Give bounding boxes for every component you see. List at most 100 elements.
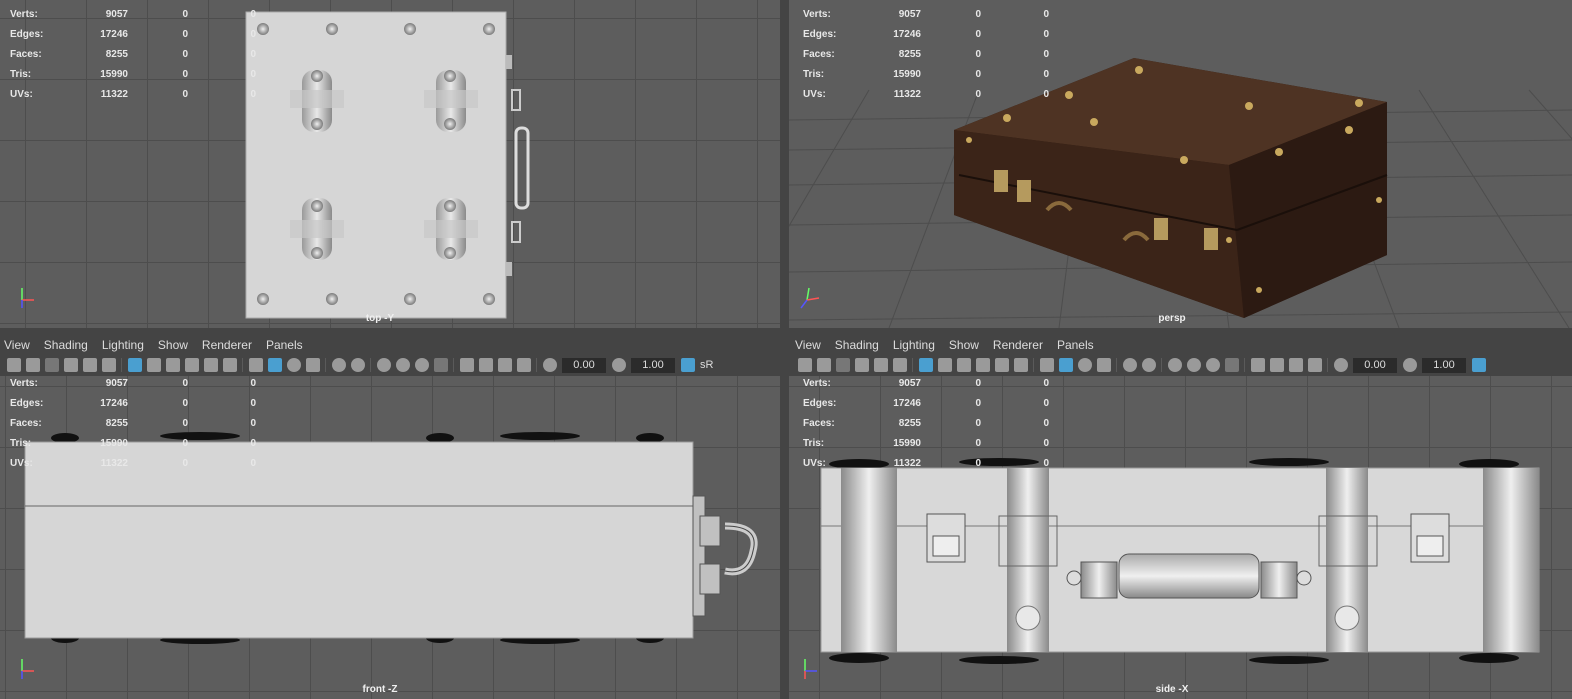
menu-view[interactable]: View xyxy=(795,338,821,352)
xray-joints-icon[interactable] xyxy=(1307,358,1322,372)
pane-divider[interactable] xyxy=(0,328,1572,336)
hud-value: 17246 xyxy=(100,397,128,409)
depth-of-field-icon[interactable] xyxy=(1224,358,1239,372)
xray-icon[interactable] xyxy=(1269,358,1284,372)
2d-pan-icon[interactable] xyxy=(82,358,97,372)
menu-lighting[interactable]: Lighting xyxy=(893,338,935,352)
grid-icon[interactable] xyxy=(127,358,142,372)
hud-row-edges: Edges: 17246 0 0 xyxy=(803,393,1049,413)
2d-pan-icon[interactable] xyxy=(873,358,888,372)
bookmark-icon[interactable] xyxy=(44,358,59,372)
hud-value: 0 xyxy=(975,377,981,389)
isolate-icon[interactable] xyxy=(1250,358,1265,372)
grease-pencil-icon[interactable] xyxy=(892,358,907,372)
gamma-field[interactable]: 1.00 xyxy=(1422,357,1466,373)
grease-pencil-icon[interactable] xyxy=(101,358,116,372)
resolution-gate-icon[interactable] xyxy=(956,358,971,372)
shaded-icon[interactable] xyxy=(267,358,282,372)
hud-label: Tris: xyxy=(803,68,825,80)
menu-view[interactable]: View xyxy=(4,338,30,352)
menu-renderer[interactable]: Renderer xyxy=(993,338,1043,352)
exposure-field[interactable]: 0.00 xyxy=(1353,357,1397,373)
depth-of-field-icon[interactable] xyxy=(433,358,448,372)
hud-value: 0 xyxy=(975,457,981,469)
safe-action-icon[interactable] xyxy=(222,358,237,372)
motion-blur-icon[interactable] xyxy=(1186,358,1201,372)
image-plane-icon[interactable] xyxy=(854,358,869,372)
viewport-top[interactable]: Verts: 9057 0 0 Edges: 17246 0 0 Faces: 8255 0 0 … xyxy=(0,0,780,328)
pane-divider[interactable] xyxy=(780,0,789,699)
wireframe-on-shaded-icon[interactable] xyxy=(286,358,301,372)
screen-space-ao-icon[interactable] xyxy=(376,358,391,372)
wireframe-on-shaded-icon[interactable] xyxy=(1077,358,1092,372)
gamma-icon[interactable] xyxy=(611,358,626,372)
exposure-field[interactable]: 0.00 xyxy=(562,357,606,373)
viewport-side[interactable]: Verts: 9057 0 0 Edges: 17246 0 0 Faces: 8255 0 0 … xyxy=(789,376,1572,699)
gate-mask-icon[interactable] xyxy=(975,358,990,372)
resolution-gate-icon[interactable] xyxy=(165,358,180,372)
viewport-front[interactable]: Verts: 9057 0 0 Edges: 17246 0 0 Faces: 8255 0 0 … xyxy=(0,376,780,699)
toolbar-separator xyxy=(912,358,913,372)
field-chart-icon[interactable] xyxy=(203,358,218,372)
hud-value: 8255 xyxy=(105,48,128,60)
color-management-icon[interactable] xyxy=(1471,358,1486,372)
safe-action-icon[interactable] xyxy=(1013,358,1028,372)
gamma-icon[interactable] xyxy=(1402,358,1417,372)
exposure-icon[interactable] xyxy=(1333,358,1348,372)
textured-icon[interactable] xyxy=(1096,358,1111,372)
menu-shading[interactable]: Shading xyxy=(44,338,88,352)
hud-value: 0 xyxy=(975,417,981,429)
motion-blur-icon[interactable] xyxy=(395,358,410,372)
shadows-icon[interactable] xyxy=(1141,358,1156,372)
gamma-field[interactable]: 1.00 xyxy=(631,357,675,373)
hud-row-tris: Tris: 15990 0 0 xyxy=(10,64,256,84)
xray-joints-icon[interactable] xyxy=(516,358,531,372)
wireframe-icon[interactable] xyxy=(1039,358,1054,372)
menu-shading[interactable]: Shading xyxy=(835,338,879,352)
xray-active-icon[interactable] xyxy=(497,358,512,372)
viewport-persp[interactable]: Verts: 9057 0 0 Edges: 17246 0 0 Faces: 8255 0 0 … xyxy=(789,0,1572,328)
xray-icon[interactable] xyxy=(478,358,493,372)
menu-renderer[interactable]: Renderer xyxy=(202,338,252,352)
shaded-icon[interactable] xyxy=(1058,358,1073,372)
hud-row-verts: Verts: 9057 0 0 xyxy=(10,376,256,393)
shadows-icon[interactable] xyxy=(350,358,365,372)
anti-alias-icon[interactable] xyxy=(1205,358,1220,372)
isolate-icon[interactable] xyxy=(459,358,474,372)
menu-show[interactable]: Show xyxy=(949,338,979,352)
hud-value: 0 xyxy=(975,88,981,100)
panel-menubar: View Shading Lighting Show Renderer Pane… xyxy=(795,336,1572,354)
wireframe-icon[interactable] xyxy=(248,358,263,372)
poly-count-hud: Verts: 9057 0 0 Edges: 17246 0 0 Faces: 8255 0 0 … xyxy=(803,4,1049,104)
exposure-icon[interactable] xyxy=(542,358,557,372)
screen-space-ao-icon[interactable] xyxy=(1167,358,1182,372)
camera-icon[interactable] xyxy=(797,358,812,372)
menu-panels[interactable]: Panels xyxy=(1057,338,1094,352)
gate-mask-icon[interactable] xyxy=(184,358,199,372)
hud-value: 11322 xyxy=(893,88,921,100)
axis-gizmo-icon xyxy=(800,287,820,309)
camera-attr-icon[interactable] xyxy=(816,358,831,372)
grid-icon[interactable] xyxy=(918,358,933,372)
menu-show[interactable]: Show xyxy=(158,338,188,352)
image-plane-icon[interactable] xyxy=(63,358,78,372)
hud-row-verts: Verts: 9057 0 0 xyxy=(10,4,256,24)
anti-alias-icon[interactable] xyxy=(414,358,429,372)
field-chart-icon[interactable] xyxy=(994,358,1009,372)
hud-value: 0 xyxy=(182,68,188,80)
film-gate-icon[interactable] xyxy=(146,358,161,372)
view-transform-label[interactable]: sR xyxy=(700,359,713,371)
camera-icon[interactable] xyxy=(6,358,21,372)
light-icon[interactable] xyxy=(1122,358,1137,372)
hud-label: Tris: xyxy=(803,437,825,449)
hud-label: Verts: xyxy=(10,8,38,20)
menu-panels[interactable]: Panels xyxy=(266,338,303,352)
camera-attr-icon[interactable] xyxy=(25,358,40,372)
xray-active-icon[interactable] xyxy=(1288,358,1303,372)
light-icon[interactable] xyxy=(331,358,346,372)
color-management-icon[interactable] xyxy=(680,358,695,372)
textured-icon[interactable] xyxy=(305,358,320,372)
bookmark-icon[interactable] xyxy=(835,358,850,372)
film-gate-icon[interactable] xyxy=(937,358,952,372)
menu-lighting[interactable]: Lighting xyxy=(102,338,144,352)
